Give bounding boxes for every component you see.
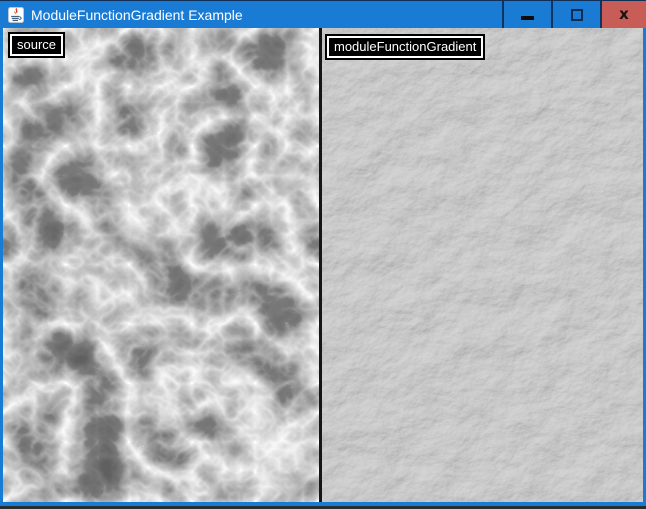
source-noise-image bbox=[3, 28, 319, 502]
gradient-label: moduleFunctionGradient bbox=[327, 36, 483, 58]
minimize-icon bbox=[521, 16, 534, 20]
gradient-noise-image bbox=[322, 28, 643, 502]
window-title: ModuleFunctionGradient Example bbox=[31, 7, 502, 23]
titlebar[interactable]: ModuleFunctionGradient Example x bbox=[0, 1, 646, 28]
java-coffee-cup-icon bbox=[8, 7, 24, 23]
window-controls: x bbox=[502, 1, 646, 28]
maximize-button[interactable] bbox=[553, 1, 600, 28]
source-label: source bbox=[10, 34, 63, 56]
app-window: ModuleFunctionGradient Example x bbox=[0, 0, 646, 509]
maximize-icon bbox=[571, 9, 583, 21]
source-panel: source bbox=[3, 28, 319, 502]
canvas-area: source moduleFunctionGradient bbox=[0, 28, 646, 502]
close-button[interactable]: x bbox=[602, 1, 646, 28]
close-icon: x bbox=[619, 7, 629, 22]
minimize-button[interactable] bbox=[504, 1, 551, 28]
gradient-panel: moduleFunctionGradient bbox=[322, 28, 643, 502]
